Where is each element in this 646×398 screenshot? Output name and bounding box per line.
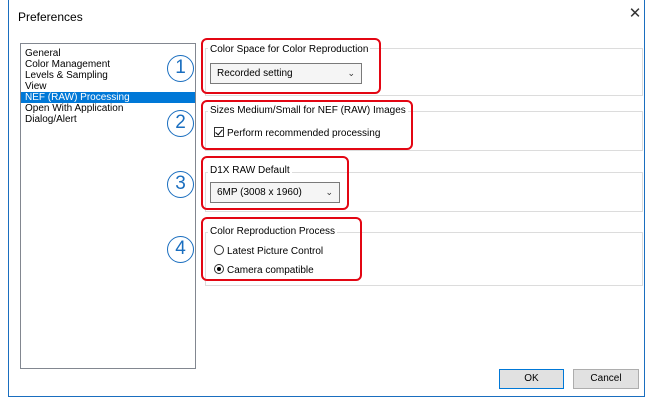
callout-number-4: 4: [167, 236, 194, 263]
category-item-view[interactable]: View: [21, 81, 195, 92]
cancel-button[interactable]: Cancel: [573, 369, 639, 389]
highlight-box-1: [201, 38, 381, 94]
callout-number-1: 1: [167, 55, 194, 82]
window-title: Preferences: [18, 10, 83, 24]
category-item-general[interactable]: General: [21, 48, 195, 59]
category-item-open-with-application[interactable]: Open With Application: [21, 103, 195, 114]
close-icon[interactable]: ✕: [628, 5, 642, 23]
ok-button[interactable]: OK: [499, 369, 564, 389]
callout-number-2: 2: [167, 110, 194, 137]
category-item-nef-raw-processing[interactable]: NEF (RAW) Processing: [21, 92, 195, 103]
category-list[interactable]: General Color Management Levels & Sampli…: [20, 43, 196, 369]
highlight-box-3: [201, 156, 349, 210]
highlight-box-4: [201, 217, 362, 281]
callout-number-3: 3: [167, 171, 194, 198]
highlight-box-2: [201, 100, 413, 150]
